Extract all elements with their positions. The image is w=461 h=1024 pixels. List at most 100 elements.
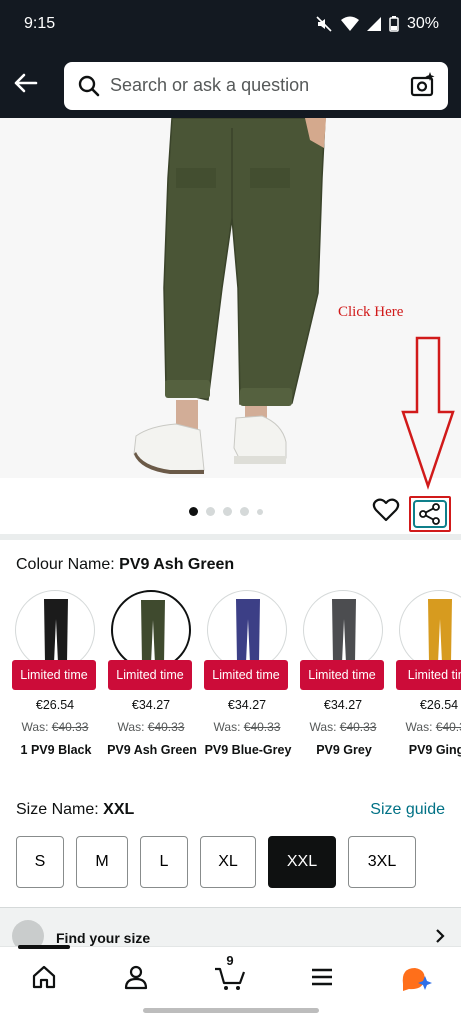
share-icon	[419, 503, 440, 525]
swatch-image[interactable]	[15, 590, 95, 670]
chevron-right-icon	[436, 929, 445, 943]
swatch-price: €26.54	[419, 698, 459, 712]
swatch-price: €34.27	[227, 698, 267, 712]
carousel-dot[interactable]	[257, 508, 263, 515]
back-button[interactable]	[10, 68, 40, 98]
swatch-was-price: Was: €40.33	[206, 720, 288, 734]
was-value: €40.33	[51, 720, 89, 734]
swatch-pant-image	[428, 599, 452, 663]
swatch-price: €34.27	[131, 698, 171, 712]
carousel-dot[interactable]	[189, 507, 198, 516]
swatch-image[interactable]	[303, 590, 383, 670]
swatch-was-price: Was: €40.33	[398, 720, 461, 734]
status-icons: 30%	[315, 15, 439, 33]
app-header: Search or ask a question	[0, 50, 461, 118]
swatch-name: PV9 Grey	[316, 743, 372, 757]
search-box[interactable]: Search or ask a question	[64, 62, 448, 110]
was-label: Was:	[309, 720, 337, 734]
search-icon	[78, 75, 100, 97]
swatch-image[interactable]	[207, 590, 287, 670]
colour-swatch[interactable]: Limited time €34.27 Was: €40.33 PV9 Ash Gre…	[107, 590, 197, 757]
nav-rufus[interactable]	[396, 959, 436, 995]
was-label: Was:	[405, 720, 433, 734]
limited-time-badge: Limited time	[108, 660, 192, 690]
swatch-was-price: Was: €40.33	[14, 720, 96, 734]
size-guide-link[interactable]: Size guide	[370, 801, 445, 819]
annotation-click-here: Click Here	[338, 304, 404, 320]
carousel-dot[interactable]	[206, 507, 215, 516]
annotation-arrow-icon	[401, 336, 455, 490]
size-label-value: XXL	[103, 801, 135, 818]
colour-swatch[interactable]: Limited time €26.54 Was: €40.33 1 PV9 Black	[12, 590, 96, 757]
carousel-dot[interactable]	[240, 507, 249, 516]
was-value: €40.33	[435, 720, 461, 734]
swatch-price: €26.54	[35, 698, 75, 712]
image-controls	[0, 480, 461, 540]
colour-swatch[interactable]: Limited tim €26.54 Was: €40.33 PV9 Ginge	[396, 590, 461, 757]
battery-percent: 30%	[406, 15, 439, 32]
search-input[interactable]: Search or ask a question	[110, 75, 309, 96]
colour-label-value: PV9 Ash Green	[119, 556, 235, 573]
limited-time-badge: Limited time	[300, 660, 384, 690]
find-your-size-text: Find your size	[56, 930, 151, 946]
home-icon	[32, 965, 56, 989]
was-label: Was:	[117, 720, 145, 734]
battery-icon	[389, 16, 399, 32]
swatch-was-price: Was: €40.33	[110, 720, 192, 734]
size-option[interactable]: L	[140, 836, 188, 888]
colour-swatch[interactable]: Limited time €34.27 Was: €40.33 PV9 Grey	[300, 590, 384, 757]
wifi-icon	[340, 16, 359, 31]
swatch-name: 1 PV9 Black	[20, 743, 92, 757]
was-label: Was:	[21, 720, 49, 734]
nav-menu[interactable]	[302, 959, 342, 995]
was-value: €40.33	[243, 720, 281, 734]
colour-swatches: Limited time €26.54 Was: €40.33 1 PV9 Black…	[12, 590, 461, 770]
carousel-dots[interactable]	[189, 507, 263, 516]
size-option[interactable]: M	[76, 836, 128, 888]
nav-active-indicator	[18, 945, 70, 949]
rufus-assistant-icon	[402, 968, 432, 991]
cart-count: 9	[226, 953, 234, 968]
back-arrow-icon	[14, 73, 38, 93]
swatch-was-price: Was: €40.33	[302, 720, 384, 734]
limited-time-badge: Limited time	[12, 660, 96, 690]
swatch-name: PV9 Ginge	[408, 743, 461, 757]
swatch-image[interactable]	[399, 590, 461, 670]
status-time: 9:15	[24, 15, 56, 32]
nav-cart[interactable]: 9	[210, 953, 250, 995]
product-image[interactable]	[0, 118, 461, 478]
swatch-image[interactable]	[111, 590, 191, 670]
colour-swatch[interactable]: Limited time €34.27 Was: €40.33 PV9 Blue-Gr…	[204, 590, 291, 757]
camera-ai-icon[interactable]	[410, 72, 436, 98]
was-value: €40.33	[339, 720, 377, 734]
signal-icon	[366, 17, 381, 31]
size-option[interactable]: 3XL	[348, 836, 416, 888]
heart-icon[interactable]	[372, 497, 400, 523]
gesture-bar	[143, 1008, 319, 1013]
swatch-name: PV9 Ash Green	[107, 743, 197, 757]
swatch-pant-image	[236, 599, 260, 663]
person-icon	[124, 965, 148, 990]
size-option[interactable]: XL	[200, 836, 256, 888]
size-option[interactable]: XXL	[268, 836, 336, 888]
status-bar: 9:15 30%	[0, 0, 461, 50]
colour-label: Colour Name: PV9 Ash Green	[16, 556, 234, 574]
nav-account[interactable]	[116, 959, 156, 995]
share-button[interactable]	[409, 496, 451, 532]
swatch-pant-image	[44, 599, 68, 663]
mute-icon	[316, 16, 332, 32]
product-photo	[0, 118, 461, 478]
was-label: Was:	[213, 720, 241, 734]
limited-time-badge: Limited tim	[396, 660, 461, 690]
size-label-key: Size Name:	[16, 801, 99, 818]
size-option[interactable]: S	[16, 836, 64, 888]
menu-icon	[312, 968, 332, 986]
swatch-name: PV9 Blue-Grey	[204, 743, 292, 757]
limited-time-badge: Limited time	[204, 660, 288, 690]
size-label: Size Name: XXL	[16, 801, 134, 819]
was-value: €40.33	[147, 720, 185, 734]
swatch-price: €34.27	[323, 698, 363, 712]
carousel-dot[interactable]	[223, 507, 232, 516]
nav-home[interactable]	[24, 959, 64, 995]
colour-label-key: Colour Name:	[16, 556, 115, 573]
